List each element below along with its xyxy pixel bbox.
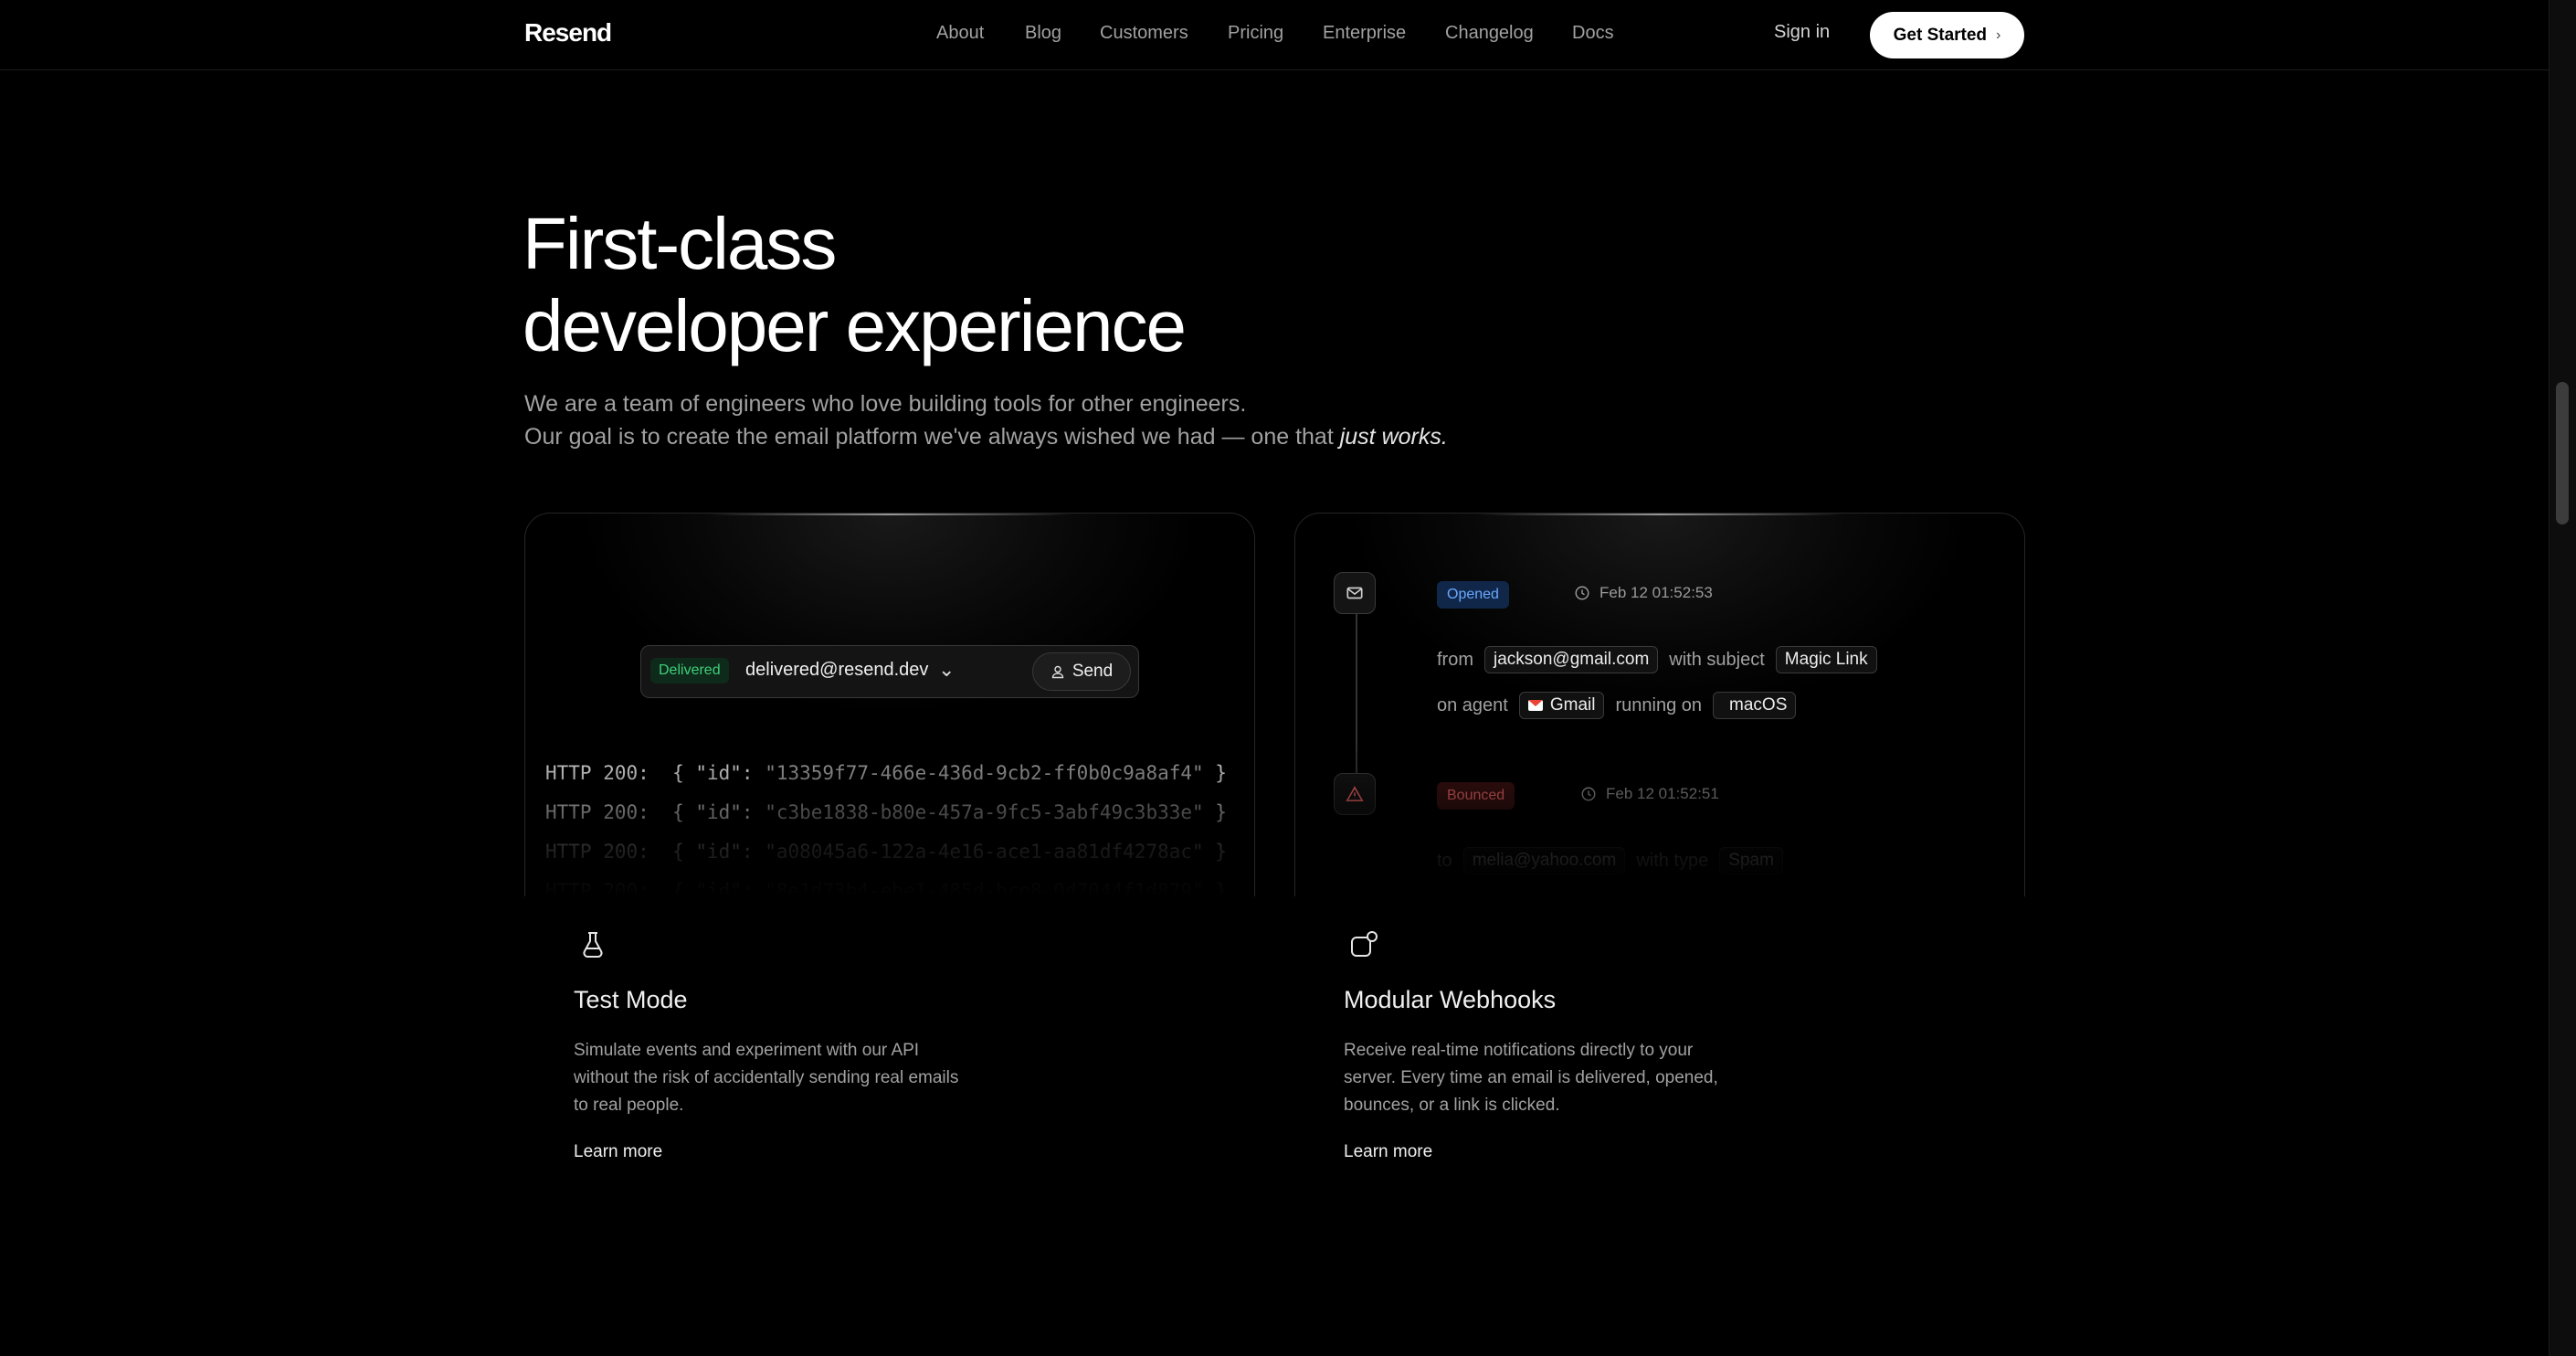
clock-icon xyxy=(1581,787,1596,801)
page-subtitle: We are a team of engineers who love buil… xyxy=(524,387,1448,453)
chevron-right-icon: › xyxy=(1996,26,2001,43)
os-chip: macOS xyxy=(1713,692,1797,719)
bounced-badge: Bounced xyxy=(1437,782,1515,810)
get-started-label: Get Started xyxy=(1893,25,1988,45)
recipient-email[interactable]: delivered@resend.dev xyxy=(745,660,928,681)
event-detail-row: on agent Gmail running on macOS xyxy=(1437,692,1797,719)
learn-more-link[interactable]: Learn more xyxy=(1344,1142,1432,1162)
webhook-notification-icon xyxy=(1351,931,1378,957)
user-icon xyxy=(1051,665,1064,679)
test-mode-title: Test Mode xyxy=(574,986,688,1013)
nav-link-pricing[interactable]: Pricing xyxy=(1228,23,1283,44)
test-mode-preview-card: Delivered delivered@resend.dev ⌄ Send HT… xyxy=(524,513,1255,896)
sign-in-link[interactable]: Sign in xyxy=(1774,22,1830,43)
title-line-1: First-class xyxy=(523,203,837,284)
title-line-2: developer experience xyxy=(523,285,1187,366)
subject-chip: Magic Link xyxy=(1775,646,1877,673)
scrollbar-thumb[interactable] xyxy=(2556,382,2569,524)
log-line: HTTP 200: { "id": "13359f77-466e-436d-9c… xyxy=(545,762,1227,784)
page-scrollbar[interactable] xyxy=(2549,0,2576,1356)
modular-webhooks-title: Modular Webhooks xyxy=(1344,986,1557,1013)
webhooks-preview-card: Opened Feb 12 01:52:53 from jackson@gmai… xyxy=(1294,513,2025,896)
chevron-down-icon[interactable]: ⌄ xyxy=(938,658,955,682)
test-mode-description: Simulate events and experiment with our … xyxy=(574,1041,959,1115)
nav-link-enterprise[interactable]: Enterprise xyxy=(1323,23,1406,44)
event-detail-row: to melia@yahoo.com with type Spam xyxy=(1437,847,1783,874)
agent-chip: Gmail xyxy=(1518,692,1605,719)
event-detail-row: from jackson@gmail.com with subject Magi… xyxy=(1437,646,1877,673)
nav-link-customers[interactable]: Customers xyxy=(1100,23,1188,44)
from-chip: jackson@gmail.com xyxy=(1484,646,1659,673)
top-navigation: Resend About Blog Customers Pricing Ente… xyxy=(0,0,2549,70)
log-line: HTTP 200: { "id": "8e1d73b4-ebe1-485d-bc… xyxy=(545,880,1227,896)
nav-link-changelog[interactable]: Changelog xyxy=(1445,23,1534,44)
clock-icon xyxy=(1575,586,1589,600)
send-label: Send xyxy=(1072,662,1114,681)
send-email-bar: Delivered delivered@resend.dev ⌄ Send xyxy=(640,645,1139,698)
flask-icon xyxy=(583,932,603,959)
event-time: Feb 12 01:52:51 xyxy=(1580,785,1719,803)
log-line: HTTP 200: { "id": "a08045a6-122a-4e16-ac… xyxy=(545,841,1227,863)
type-chip: Spam xyxy=(1719,847,1783,874)
event-time: Feb 12 01:52:53 xyxy=(1574,584,1713,602)
subtitle-line-1: We are a team of engineers who love buil… xyxy=(524,391,1247,417)
page-title: First-class developer experience xyxy=(523,203,1187,367)
nav-link-blog[interactable]: Blog xyxy=(1025,23,1061,44)
learn-more-link[interactable]: Learn more xyxy=(574,1142,662,1162)
nav-link-about[interactable]: About xyxy=(936,23,984,44)
mail-icon xyxy=(1334,572,1376,614)
nav-link-docs[interactable]: Docs xyxy=(1572,23,1614,44)
subtitle-emphasis: just works. xyxy=(1339,424,1448,450)
nav-links: About Blog Customers Pricing Enterprise … xyxy=(0,23,2549,50)
modular-webhooks-description: Receive real-time notifications directly… xyxy=(1344,1041,1718,1115)
get-started-button[interactable]: Get Started › xyxy=(1870,12,2024,58)
log-line: HTTP 200: { "id": "c3be1838-b80e-457a-9f… xyxy=(545,801,1227,823)
to-chip: melia@yahoo.com xyxy=(1462,847,1626,874)
send-button[interactable]: Send xyxy=(1032,652,1131,691)
warning-icon xyxy=(1334,773,1376,815)
gmail-icon xyxy=(1527,700,1543,711)
delivered-badge: Delivered xyxy=(650,658,729,683)
subtitle-line-2: Our goal is to create the email platform… xyxy=(524,424,1340,450)
opened-badge: Opened xyxy=(1437,581,1509,609)
